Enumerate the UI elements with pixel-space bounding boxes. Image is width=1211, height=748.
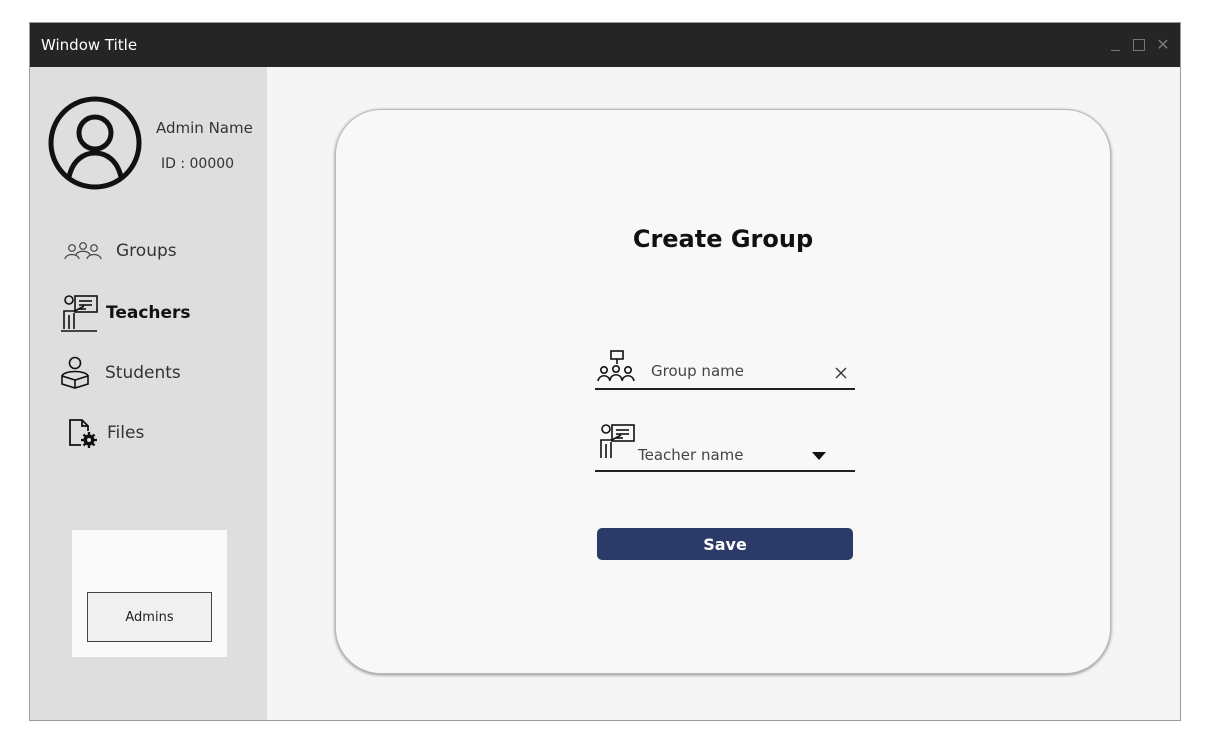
- maximize-icon[interactable]: [1128, 34, 1150, 56]
- close-icon[interactable]: ✕: [1152, 34, 1174, 56]
- sidebar-item-students[interactable]: Students: [59, 356, 181, 390]
- group-meeting-icon: [597, 350, 635, 382]
- admin-name: Admin Name: [156, 119, 253, 137]
- sidebar-item-label: Files: [107, 423, 145, 443]
- admin-id: ID : 00000: [161, 156, 235, 172]
- group-name-underline: [595, 388, 855, 390]
- app-window: Window Title ✕ Admin Name ID : 00000 Gro…: [29, 22, 1181, 721]
- sidebar: Admin Name ID : 00000 Groups Teachers St…: [30, 67, 267, 720]
- avatar-icon: [48, 96, 142, 190]
- create-group-card: Create Group Group name Teacher name Sav…: [335, 109, 1111, 674]
- title-bar: Window Title ✕: [30, 23, 1180, 67]
- window-controls: ✕: [1102, 34, 1174, 56]
- teacher-icon: [600, 424, 635, 458]
- minimize-icon[interactable]: [1104, 34, 1126, 56]
- group-name-input[interactable]: Group name: [651, 362, 744, 380]
- teacher-icon: [61, 295, 98, 332]
- teacher-name-field[interactable]: Teacher name: [595, 422, 855, 472]
- save-button[interactable]: Save: [597, 528, 853, 560]
- groups-icon: [64, 242, 102, 260]
- sidebar-item-teachers[interactable]: Teachers: [60, 293, 191, 333]
- sidebar-item-label: Groups: [116, 241, 177, 261]
- sidebar-item-label: Students: [105, 363, 181, 383]
- window-title: Window Title: [41, 36, 138, 54]
- sidebar-item-files[interactable]: Files: [67, 417, 144, 449]
- chevron-down-icon[interactable]: [812, 452, 826, 460]
- clear-icon[interactable]: [834, 366, 848, 380]
- teacher-name-underline: [595, 470, 855, 472]
- admins-button[interactable]: Admins: [87, 592, 212, 642]
- admins-panel: Admins: [72, 530, 227, 657]
- sidebar-item-label: Teachers: [106, 303, 191, 323]
- student-icon: [61, 356, 89, 389]
- page-title: Create Group: [632, 225, 814, 253]
- file-settings-icon: [69, 419, 97, 448]
- group-name-field[interactable]: Group name: [595, 348, 855, 390]
- teacher-name-select[interactable]: Teacher name: [638, 446, 744, 464]
- sidebar-item-groups[interactable]: Groups: [64, 241, 177, 261]
